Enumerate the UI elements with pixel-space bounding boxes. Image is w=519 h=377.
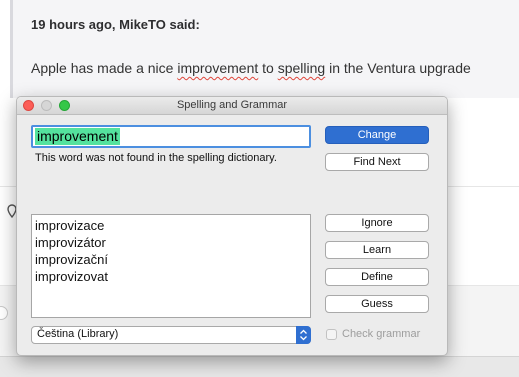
change-button[interactable]: Change — [325, 126, 429, 144]
suggestion-item[interactable]: improvizace — [35, 218, 104, 233]
dialog-title: Spelling and Grammar — [176, 99, 288, 111]
quote-author: 19 hours ago, MikeTO said: — [31, 17, 200, 32]
suggestion-item[interactable]: improvizovat — [35, 269, 108, 284]
misspelled-word-spelling[interactable]: spelling — [278, 60, 325, 76]
quote-text-start: Apple has made a nice — [31, 60, 178, 76]
learn-button[interactable]: Learn — [325, 241, 429, 259]
misspelled-word-improvement[interactable]: improvement — [177, 60, 258, 76]
language-select-value: Čeština (Library) — [37, 328, 119, 340]
quote-text: Apple has made a nice improvement to spe… — [31, 60, 471, 76]
check-grammar-checkbox[interactable] — [326, 329, 337, 340]
language-select[interactable]: Čeština (Library) — [31, 326, 311, 344]
guess-button[interactable]: Guess — [325, 295, 429, 313]
quote-text-middle: to — [258, 60, 278, 76]
quote-text-end: in the Ventura upgrade — [325, 60, 471, 76]
page-footer-bar — [0, 356, 519, 377]
status-message: This word was not found in the spelling … — [35, 152, 277, 164]
suggestions-list[interactable]: improvizace improvizátor improvizační im… — [31, 214, 311, 318]
misspelled-word-field[interactable]: improvement — [31, 125, 311, 148]
suggestion-item[interactable]: improvizační — [35, 252, 108, 267]
find-next-button[interactable]: Find Next — [325, 153, 429, 171]
define-button[interactable]: Define — [325, 268, 429, 286]
misspelled-word-text: improvement — [35, 128, 120, 145]
quote-block: 19 hours ago, MikeTO said: Apple has mad… — [10, 0, 519, 98]
check-grammar-label: Check grammar — [342, 328, 421, 340]
suggestion-item[interactable]: improvizátor — [35, 235, 106, 250]
spelling-grammar-dialog: Spelling and Grammar improvement This wo… — [16, 96, 448, 356]
title-bar[interactable]: Spelling and Grammar — [17, 97, 447, 115]
ignore-button[interactable]: Ignore — [325, 214, 429, 232]
select-arrows-icon — [296, 326, 311, 344]
